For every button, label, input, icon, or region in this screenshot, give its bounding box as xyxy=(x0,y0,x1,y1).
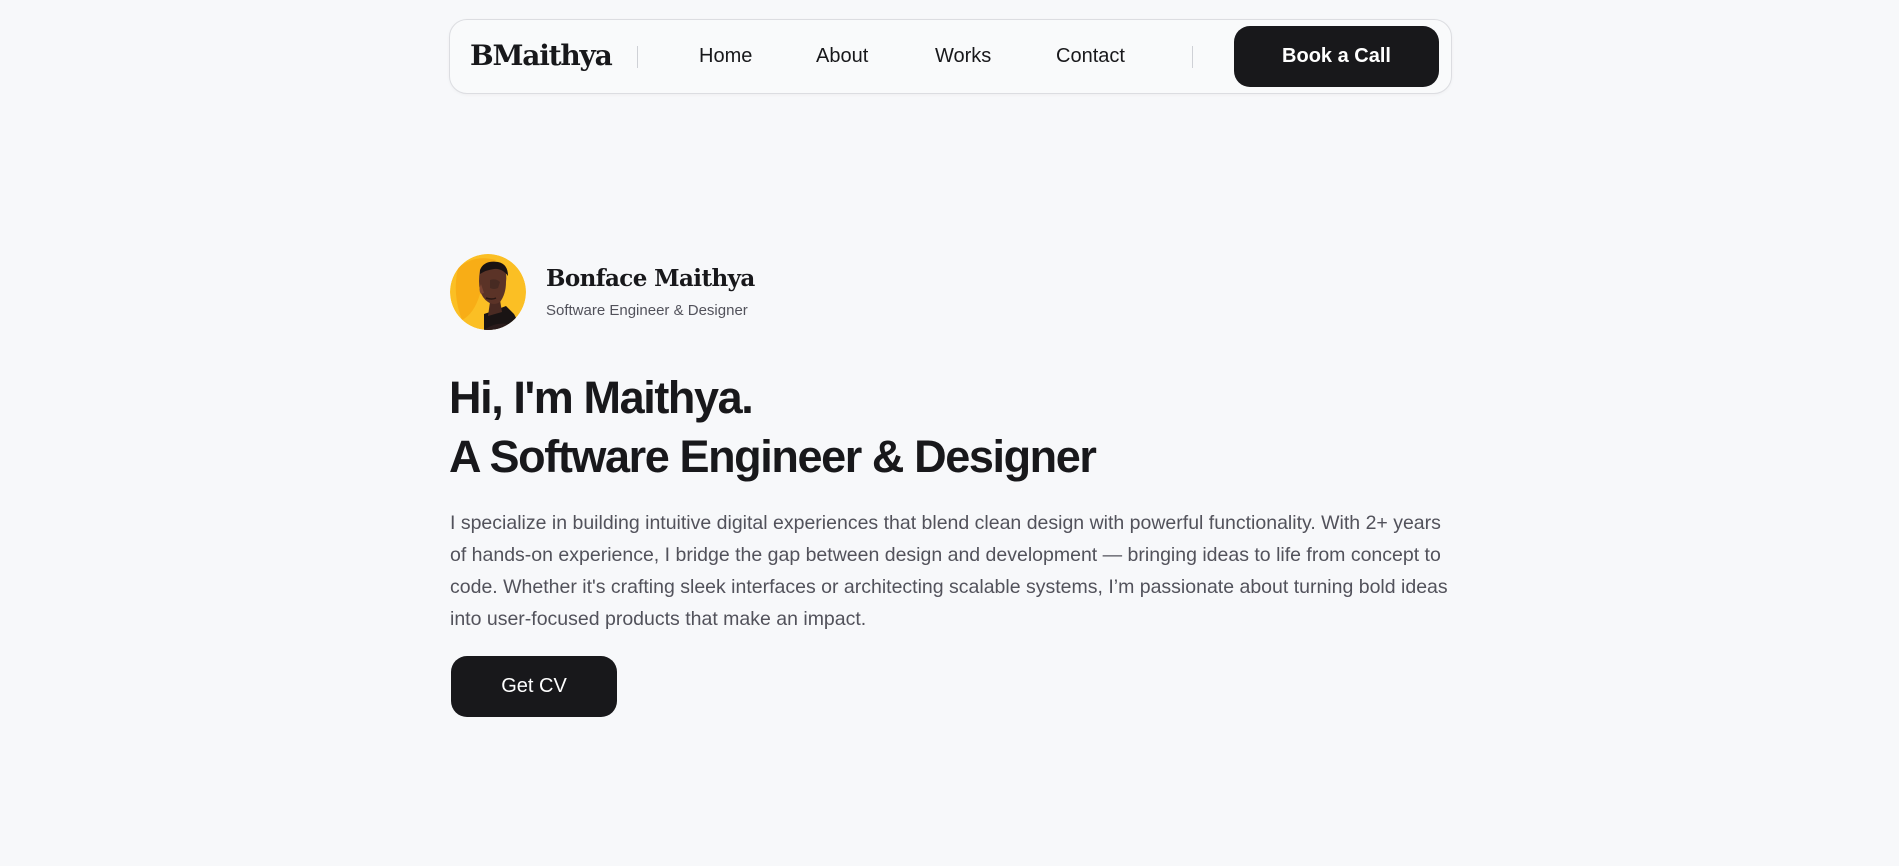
top-navbar: BMaithya Home About Works Contact Book a… xyxy=(449,19,1452,94)
hero-bio: I specialize in building intuitive digit… xyxy=(450,512,1448,630)
hero-heading-line-1: Hi, I'm Maithya. xyxy=(449,372,754,423)
nav-link-works[interactable]: Works xyxy=(935,45,991,68)
book-a-call-button[interactable]: Book a Call xyxy=(1234,26,1439,87)
nav-link-contact[interactable]: Contact xyxy=(1056,45,1125,68)
hero-heading-line-2: A Software Engineer & Designer xyxy=(449,431,1097,482)
profile-role: Software Engineer & Designer xyxy=(546,302,748,319)
profile-name: Bonface Maithya xyxy=(546,265,755,292)
hero-heading: Hi, I'm Maithya. A Software Engineer & D… xyxy=(449,368,1097,486)
profile-card: Bonface Maithya Software Engineer & Desi… xyxy=(450,254,850,330)
nav-link-about[interactable]: About xyxy=(816,45,868,68)
nav-link-home[interactable]: Home xyxy=(699,45,752,68)
nav-divider-right xyxy=(1192,46,1193,68)
avatar xyxy=(450,254,526,330)
get-cv-button[interactable]: Get CV xyxy=(451,656,617,717)
portrait-illustration xyxy=(450,254,526,330)
